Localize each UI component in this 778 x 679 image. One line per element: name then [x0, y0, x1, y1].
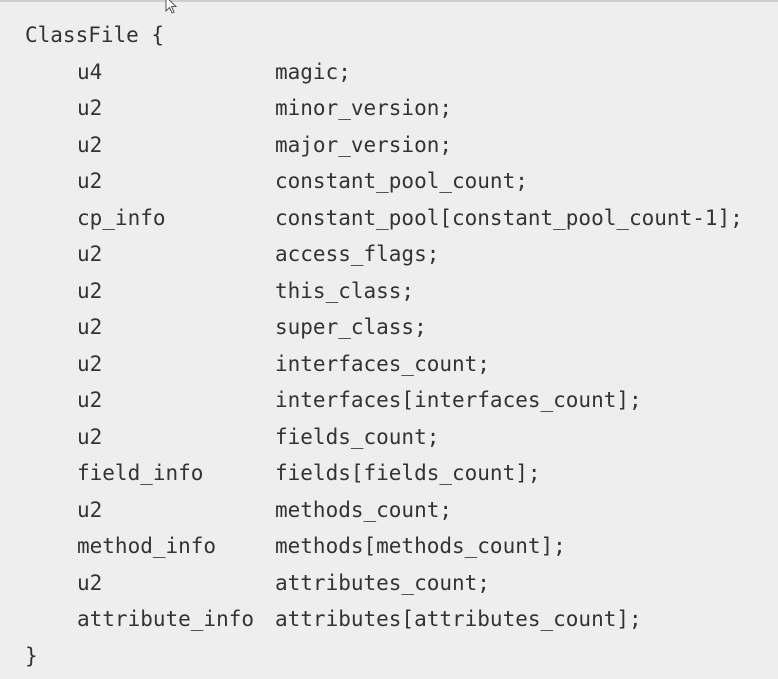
field-name: methods_count; — [275, 497, 453, 522]
field-name: interfaces[interfaces_count]; — [275, 388, 642, 412]
field-type: u2 — [77, 497, 103, 522]
field-name: fields_count; — [275, 424, 440, 449]
closing-brace: } — [25, 643, 38, 668]
field-type: u2 — [77, 315, 103, 339]
field-name: major_version; — [275, 132, 453, 157]
field-type: u2 — [77, 424, 103, 449]
field-name: attributes_count; — [275, 570, 490, 595]
field-type: u2 — [77, 169, 103, 193]
field-type: u2 — [77, 96, 103, 120]
field-type: field_info — [77, 461, 204, 485]
field-type: method_info — [77, 534, 217, 558]
field-type: u2 — [77, 132, 103, 157]
code-block: ClassFile { u4 magic; u2 minor_version; u2 ma… — [0, 0, 778, 679]
field-type: cp_info — [77, 205, 166, 230]
field-name: magic; — [275, 59, 351, 84]
field-name: super_class; — [275, 315, 427, 339]
field-type: u2 — [77, 278, 103, 303]
field-name: access_flags; — [275, 242, 440, 266]
field-name: constant_pool_count; — [275, 169, 528, 193]
field-name: methods[methods_count]; — [275, 534, 566, 558]
field-name: attributes[attributes_count]; — [275, 607, 642, 631]
field-name: interfaces_count; — [275, 351, 490, 376]
field-name: this_class; — [275, 278, 415, 303]
field-type: u2 — [77, 388, 103, 412]
field-name: constant_pool[constant_pool_count-1]; — [275, 205, 743, 230]
class-declaration: ClassFile { — [25, 23, 165, 47]
field-type: u4 — [77, 59, 103, 84]
field-type: u2 — [77, 242, 103, 266]
field-name: fields[fields_count]; — [275, 461, 541, 485]
field-type: u2 — [77, 351, 103, 376]
field-name: minor_version; — [275, 96, 453, 120]
field-type: u2 — [77, 570, 103, 595]
field-type: attribute_info — [77, 607, 255, 631]
